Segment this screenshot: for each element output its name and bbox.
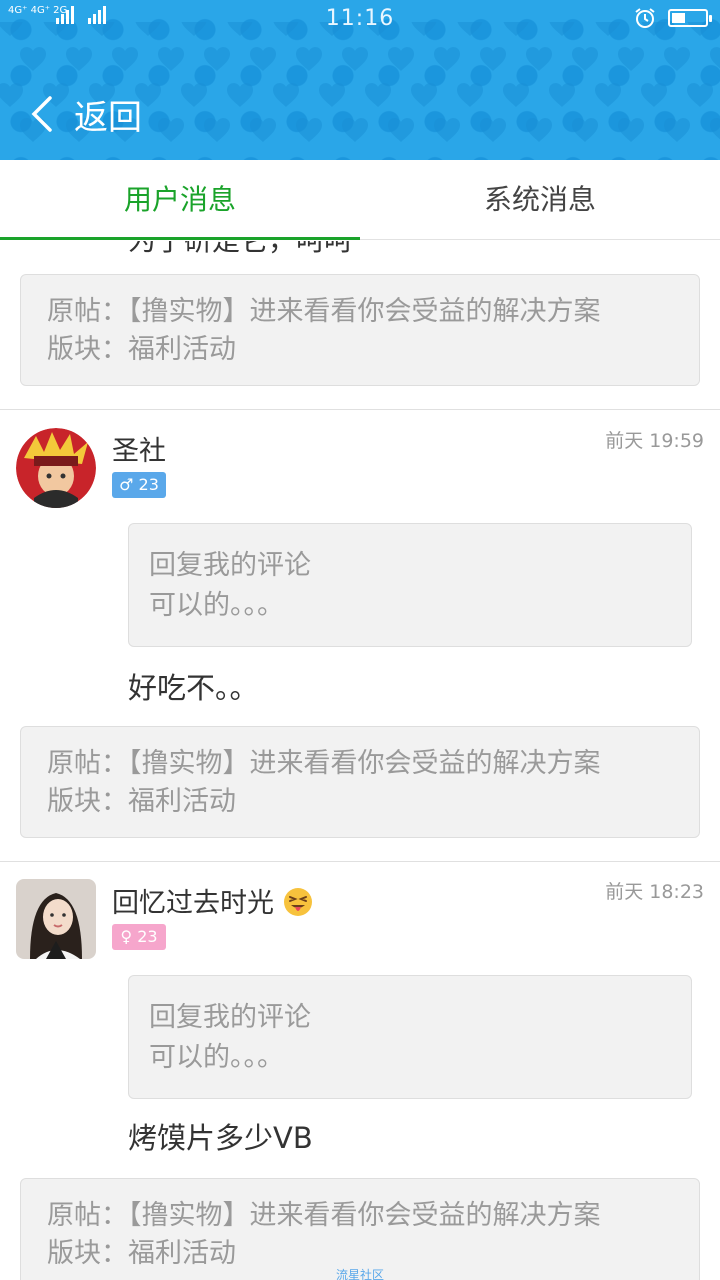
chevron-left-icon [31, 96, 52, 132]
heart-shape [250, 47, 276, 71]
comment-text: 好吃不。。 [128, 671, 259, 705]
avatar-image [16, 879, 96, 959]
tab-user-messages[interactable]: 用户消息 [0, 160, 360, 240]
gender-age-badge: ♀ 23 [112, 924, 166, 950]
replied-comment-box[interactable]: 回复我的评论 可以的。。。 [128, 523, 692, 647]
message-tabs: 用户消息 系统消息 [0, 160, 720, 240]
heart-shape [204, 47, 230, 71]
heart-shape [227, 83, 253, 107]
heart-shape [112, 47, 138, 71]
age: 23 [138, 475, 159, 494]
heart-shape [158, 47, 184, 71]
username[interactable]: 圣社 [112, 429, 166, 468]
reply-heading: 回复我的评论 [149, 550, 311, 581]
back-button[interactable]: 返回 [28, 86, 142, 142]
username[interactable]: 回忆过去时光 [112, 881, 313, 920]
heart-shape [457, 83, 483, 107]
heart-shape [664, 47, 690, 71]
female-icon: ♀ [120, 927, 133, 946]
heart-shape [480, 47, 506, 71]
heart-shape [342, 118, 368, 142]
heart-shape [20, 47, 46, 71]
heart-shape [250, 118, 276, 142]
heart-shape [434, 118, 460, 142]
heart-shape [549, 83, 575, 107]
board-name: 版块：福利活动 [47, 334, 236, 365]
comment-text: 烤馍片多少VB [128, 1121, 313, 1155]
heart-shape [342, 47, 368, 71]
avatar-image [16, 428, 96, 508]
heart-shape [710, 118, 720, 142]
replied-comment-box[interactable]: 回复我的评论 可以的。。。 [128, 975, 692, 1099]
alarm-icon [635, 8, 655, 28]
back-label: 返回 [74, 97, 142, 138]
battery-icon [668, 9, 712, 27]
heart-shape [572, 118, 598, 142]
heart-shape [273, 83, 299, 107]
message-time: 前天 18:23 [605, 881, 704, 903]
message-list: 为了研是它，呵呵 原帖：【撸实物】进来看看你会受益的解决方案 版块：福利活动 圣… [0, 241, 720, 1280]
app-header: 4G⁺ 4G⁺ 2G 11:16 返回 [0, 0, 720, 160]
heart-shape [503, 83, 529, 107]
heart-shape [0, 83, 23, 107]
heart-shape [204, 118, 230, 142]
reply-heading: 回复我的评论 [149, 1002, 311, 1033]
heart-shape [595, 83, 621, 107]
avatar[interactable] [16, 428, 96, 508]
heart-shape [388, 118, 414, 142]
board-name: 版块：福利活动 [47, 786, 236, 817]
heart-shape [664, 118, 690, 142]
heart-shape [411, 83, 437, 107]
heart-shape [480, 118, 506, 142]
heart-shape [572, 47, 598, 71]
heart-shape [618, 47, 644, 71]
original-post-box[interactable]: 原帖：【撸实物】进来看看你会受益的解决方案 版块：福利活动 [20, 1178, 700, 1280]
clock: 11:16 [325, 6, 395, 31]
divider [0, 861, 720, 862]
male-icon: ♂ [119, 475, 134, 494]
original-post-title: 原帖：【撸实物】进来看看你会受益的解决方案 [47, 296, 601, 327]
heart-shape [66, 47, 92, 71]
heart-shape [434, 47, 460, 71]
divider [0, 409, 720, 410]
heart-shape [296, 47, 322, 71]
heart-shape [526, 118, 552, 142]
heart-shape [618, 118, 644, 142]
comment-text-partial: 为了研是它，呵呵 [128, 241, 352, 259]
battery-level [672, 13, 685, 23]
heart-shape [687, 83, 713, 107]
heart-shape [319, 83, 345, 107]
heart-shape [388, 47, 414, 71]
heart-shape [526, 47, 552, 71]
heart-shape [710, 47, 720, 71]
heart-shape [365, 83, 391, 107]
tongue-emoji-icon [283, 888, 312, 916]
status-bar: 4G⁺ 4G⁺ 2G 11:16 [0, 0, 720, 38]
avatar[interactable] [16, 879, 96, 959]
reply-content: 可以的。。。 [149, 590, 284, 621]
reply-content: 可以的。。。 [149, 1042, 284, 1073]
username-text: 回忆过去时光 [112, 888, 274, 919]
heart-shape [158, 118, 184, 142]
heart-shape [181, 83, 207, 107]
gender-age-badge: ♂ 23 [112, 472, 166, 498]
original-post-box[interactable]: 原帖：【撸实物】进来看看你会受益的解决方案 版块：福利活动 [20, 726, 700, 838]
watermark: 流星社区 [335, 1268, 384, 1280]
age: 23 [137, 927, 158, 946]
tab-system-messages[interactable]: 系统消息 [360, 160, 720, 239]
original-post-title: 原帖：【撸实物】进来看看你会受益的解决方案 [47, 748, 601, 779]
heart-shape [641, 83, 667, 107]
original-post-title: 原帖：【撸实物】进来看看你会受益的解决方案 [47, 1200, 601, 1231]
original-post-box[interactable]: 原帖：【撸实物】进来看看你会受益的解决方案 版块：福利活动 [20, 274, 700, 386]
heart-shape [296, 118, 322, 142]
message-time: 前天 19:59 [605, 430, 704, 452]
